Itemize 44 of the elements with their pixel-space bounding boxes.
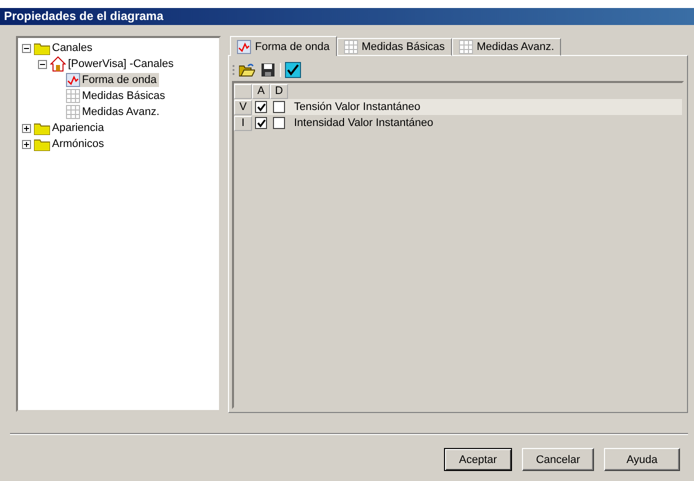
check-all-button[interactable] <box>284 61 302 79</box>
checkbox[interactable] <box>273 117 285 129</box>
grid-icon <box>66 105 80 119</box>
dialog-button[interactable]: Ayuda <box>604 448 680 471</box>
channel-name: Tensión Valor Instantáneo <box>293 101 420 113</box>
window-title: Propiedades de el diagrama <box>0 8 694 25</box>
column-header: D <box>270 84 288 98</box>
grid-icon <box>66 89 80 103</box>
row-header: I <box>234 116 252 130</box>
tree-item[interactable]: Forma de onda <box>80 73 159 87</box>
grid-icon <box>458 40 473 54</box>
checkbox[interactable] <box>255 101 267 113</box>
folder-icon <box>34 122 50 134</box>
dialog-button[interactable]: Aceptar <box>444 448 512 471</box>
tab[interactable]: Medidas Básicas <box>336 38 452 56</box>
tree-item[interactable]: Canales <box>50 41 94 55</box>
save-button[interactable] <box>259 61 277 79</box>
checkbox[interactable] <box>273 101 285 113</box>
collapse-icon[interactable] <box>38 60 47 68</box>
checkbox[interactable] <box>255 117 267 129</box>
dialog-button[interactable]: Cancelar <box>522 448 594 471</box>
chart-icon <box>66 73 80 87</box>
grip-icon <box>232 64 235 76</box>
channel-name: Intensidad Valor Instantáneo <box>293 117 434 129</box>
folder-icon <box>34 42 50 54</box>
tree-item[interactable]: [PowerVisa] -Canales <box>66 57 176 71</box>
collapse-icon[interactable] <box>22 44 31 52</box>
chart-icon <box>237 40 251 54</box>
tree-item[interactable]: Medidas Básicas <box>80 89 168 103</box>
tab[interactable]: Medidas Avanz. <box>452 38 562 56</box>
tree-item[interactable]: Apariencia <box>50 121 106 135</box>
folder-icon <box>34 138 50 150</box>
grid-row[interactable]: V Tensión Valor Instantáneo <box>234 99 682 115</box>
tab[interactable]: Forma de onda <box>230 36 337 56</box>
house-icon <box>50 56 66 72</box>
grid-row[interactable]: I Intensidad Valor Instantáneo <box>234 115 682 131</box>
tree-item[interactable]: Armónicos <box>50 137 106 151</box>
grid-icon <box>344 40 358 54</box>
open-folder-button[interactable] <box>238 61 256 79</box>
tree-item[interactable]: Medidas Avanz. <box>80 105 162 119</box>
column-header: A <box>252 84 270 98</box>
row-header: V <box>234 100 252 114</box>
expand-icon[interactable] <box>22 124 31 132</box>
expand-icon[interactable] <box>22 140 31 148</box>
